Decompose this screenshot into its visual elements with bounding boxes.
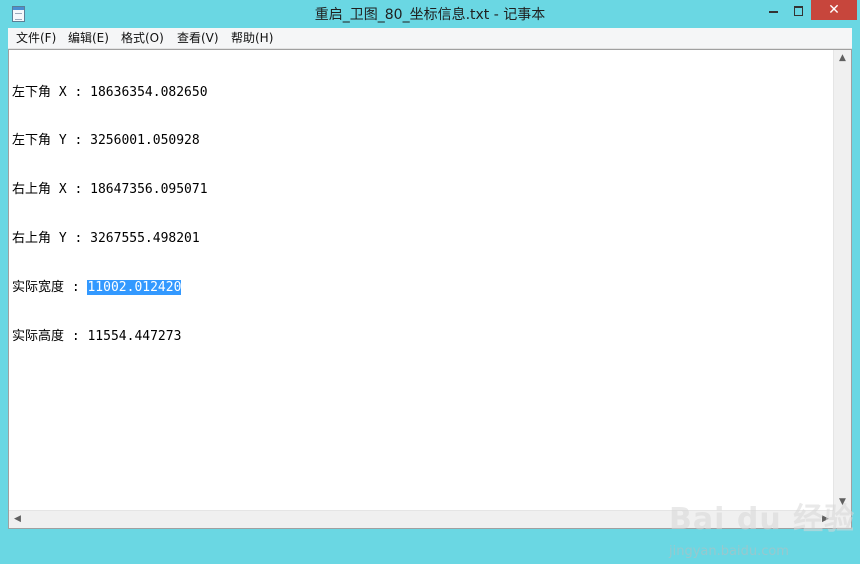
minimize-button[interactable] [760,2,786,20]
watermark-url: jingyan.baidu.com [669,544,789,559]
watermark-logo: Bai du 经验 [669,502,856,537]
maximize-button[interactable] [786,2,812,20]
text-line-actual-height: 实际高度 : 11554.447273 [12,329,182,345]
selected-text[interactable]: 11002.012420 [87,280,182,296]
minimize-icon [769,11,778,13]
menu-file[interactable]: 文件(F) [11,28,61,48]
scroll-left-icon[interactable]: ◀ [9,511,26,528]
menu-edit[interactable]: 编辑(E) [63,28,114,48]
text-line-upper-right-y: 右上角 Y : 3267555.498201 [12,231,200,247]
close-button[interactable]: ✕ [811,0,857,20]
scroll-up-icon[interactable]: ▲ [834,50,851,67]
document-text[interactable]: 左下角 X : 18636354.082650 左下角 Y : 3256001.… [12,52,832,378]
maximize-icon [794,6,803,16]
baidu-jingyan-watermark: Bai du 经验 jingyan.baidu.com [669,494,854,564]
menu-bar: 文件(F) 编辑(E) 格式(O) 查看(V) 帮助(H) [8,28,852,49]
text-line-upper-right-x: 右上角 X : 18647356.095071 [12,182,208,198]
menu-view[interactable]: 查看(V) [172,28,224,48]
line-prefix: 实际宽度 : [12,280,88,296]
window-title: 重启_卫图_80_坐标信息.txt - 记事本 [314,7,546,23]
text-line-lower-left-x: 左下角 X : 18636354.082650 [12,84,208,100]
text-editor[interactable]: 左下角 X : 18636354.082650 左下角 Y : 3256001.… [8,49,854,559]
close-icon: ✕ [828,2,840,18]
notepad-window: 重启_卫图_80_坐标信息.txt - 记事本 ✕ 文件(F) 编辑(E) 格式… [0,0,860,559]
vertical-scrollbar[interactable]: ▲ ▼ [833,50,851,511]
menu-help[interactable]: 帮助(H) [226,28,278,48]
text-line-actual-width: 实际宽度 : 11002.012420 [12,280,832,296]
title-bar[interactable]: 重启_卫图_80_坐标信息.txt - 记事本 ✕ [0,0,860,28]
text-line-lower-left-y: 左下角 Y : 3256001.050928 [12,133,200,149]
menu-format[interactable]: 格式(O) [116,28,169,48]
